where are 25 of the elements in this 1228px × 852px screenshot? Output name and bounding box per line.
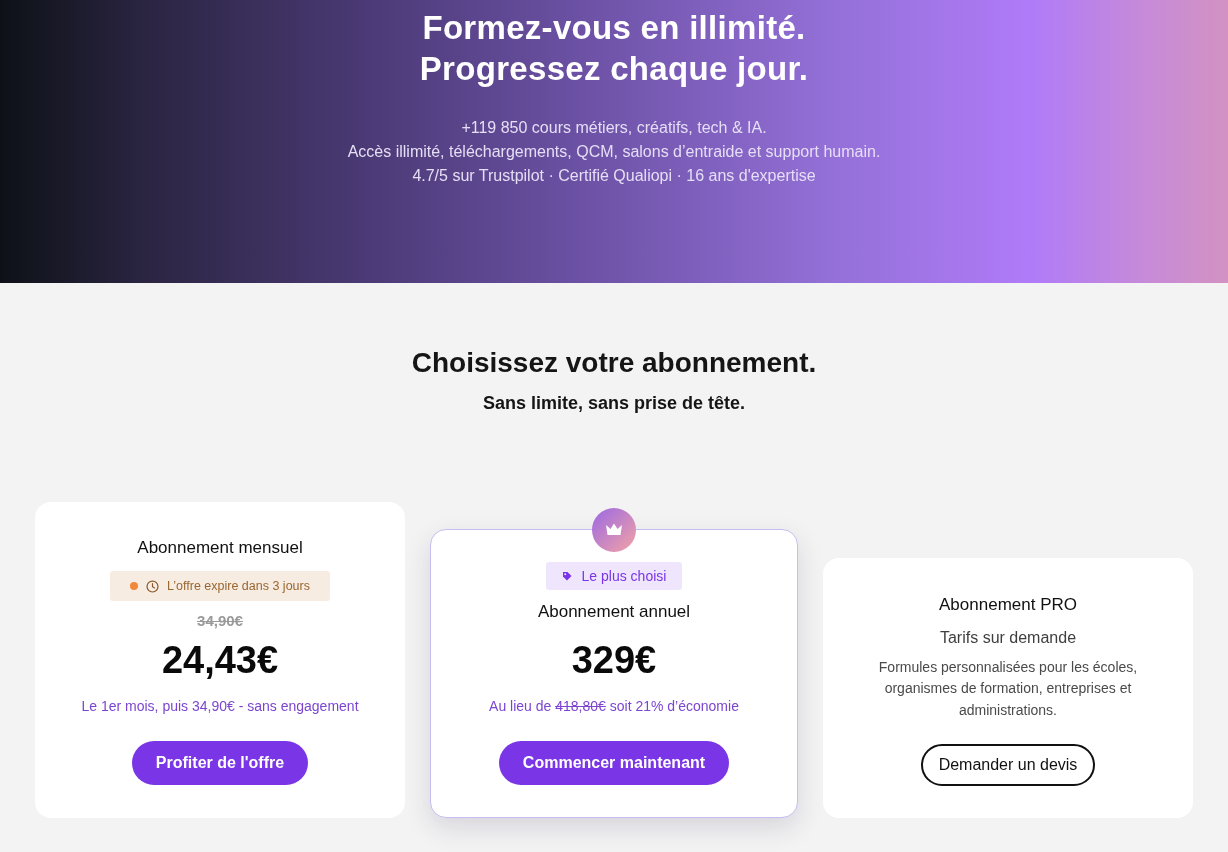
plan-price: 329€ — [571, 638, 657, 682]
hero-title: Formez-vous en illimité. — [422, 8, 806, 48]
plan-title: Abonnement mensuel — [137, 537, 303, 559]
clock-icon — [146, 579, 160, 593]
plan-subtitle: Tarifs sur demande — [939, 627, 1077, 648]
plan-description: Formules personnalisées pour les écoles, organismes de formation, entreprises et administrations. — [877, 657, 1139, 720]
plan-price: 24,43€ — [161, 638, 279, 682]
section-subtitle: Sans limite, sans prise de tête. — [482, 392, 746, 415]
plan-button[interactable]: Demander un devis — [920, 744, 1096, 786]
tag-label: Le plus choisi — [581, 568, 667, 584]
plan-title: Abonnement PRO — [939, 593, 1077, 616]
hero-text: Accès illimité, téléchargements, QCM, salons d’entraide et support humain. — [347, 142, 881, 162]
tag-icon — [561, 571, 572, 581]
old-price: 34,90€ — [197, 611, 243, 631]
hero-text: +119 850 cours métiers, créatifs, tech & IA. — [461, 118, 767, 138]
price-note: Au lieu de 418,80€ soit 21% d’économie — [489, 697, 739, 716]
badge-label: L’offre expire dans 3 jours — [167, 579, 310, 593]
plan-button[interactable]: Profiter de l'offre — [131, 741, 309, 785]
hero-title: Progressez chaque jour. — [419, 49, 809, 89]
hero-text: 4.7/5 sur Trustpilot · Certifié Qualiopi · 16 ans d'expertise — [412, 166, 816, 186]
dot-icon — [130, 582, 139, 590]
section-title: Choisissez votre abonnement. — [411, 346, 817, 380]
plan-button[interactable]: Commencer maintenant — [498, 741, 730, 785]
plan-title: Abonnement annuel — [537, 601, 691, 623]
price-note: Le 1er mois, puis 34,90€ - sans engagement — [81, 697, 359, 716]
